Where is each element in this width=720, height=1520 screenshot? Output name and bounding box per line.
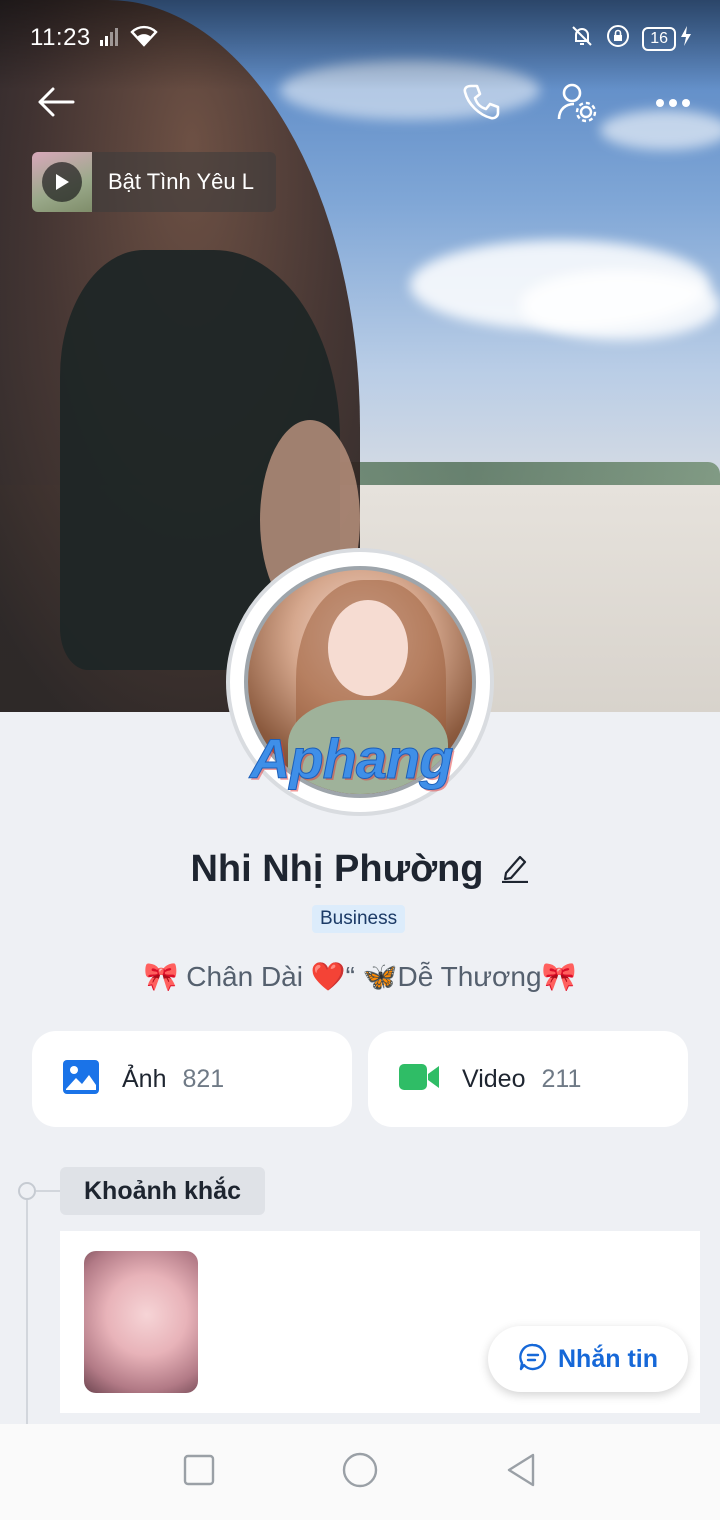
moments-section-title: Khoảnh khắc: [60, 1167, 265, 1215]
watermark-logo: Aphang: [249, 727, 453, 791]
tree-line: [300, 462, 720, 486]
videos-label: Video: [462, 1064, 526, 1093]
system-navigation-bar: [0, 1424, 720, 1520]
more-button[interactable]: [648, 80, 698, 128]
music-title: Bật Tình Yêu L: [108, 169, 254, 194]
battery-indicator: 16: [642, 26, 676, 51]
message-button-label: Nhắn tin: [558, 1344, 658, 1373]
videos-card[interactable]: Video 211: [368, 1031, 688, 1127]
phone-icon: [461, 82, 501, 127]
timeline-line: [26, 1200, 28, 1424]
image-icon: [62, 1059, 100, 1100]
moment-thumbnail[interactable]: [84, 1251, 198, 1393]
charging-icon: [680, 25, 692, 52]
call-button[interactable]: [456, 80, 506, 128]
photos-card[interactable]: Ảnh 821: [32, 1031, 352, 1127]
profile-music-player[interactable]: Bật Tình Yêu L: [32, 152, 276, 212]
wifi-icon: [130, 25, 158, 52]
photos-label: Ảnh: [122, 1064, 167, 1093]
more-horizontal-icon: [655, 95, 691, 113]
profile-settings-button[interactable]: [552, 80, 602, 128]
lock-rotation-icon: [606, 24, 630, 53]
status-bar: 11:23 16: [0, 0, 720, 70]
photos-count: 821: [182, 1064, 225, 1093]
chat-bubble-icon: [518, 1342, 548, 1377]
profile-bio: 🎀 Chân Dài ❤️“ 🦋Dễ Thương🎀: [143, 961, 577, 992]
user-settings-icon: [556, 81, 598, 128]
videos-count: 211: [541, 1064, 582, 1093]
recents-button[interactable]: [183, 1454, 215, 1491]
home-button[interactable]: [341, 1451, 379, 1494]
music-cover: [32, 152, 92, 212]
status-time: 11:23: [30, 24, 91, 51]
video-camera-icon: [398, 1061, 440, 1098]
business-badge: Business: [312, 905, 406, 933]
back-button[interactable]: [30, 80, 82, 128]
arrow-left-icon: [37, 87, 75, 122]
bell-off-icon: [570, 24, 594, 53]
profile-name: Nhi Nhị Phường: [190, 848, 484, 890]
signal-icon: [100, 26, 122, 51]
play-icon[interactable]: [42, 162, 82, 202]
pencil-icon: [500, 855, 530, 887]
timeline-dot: [18, 1182, 36, 1200]
edit-name-button[interactable]: [500, 851, 530, 888]
back-nav-button[interactable]: [505, 1452, 537, 1493]
message-button[interactable]: Nhắn tin: [488, 1326, 688, 1392]
